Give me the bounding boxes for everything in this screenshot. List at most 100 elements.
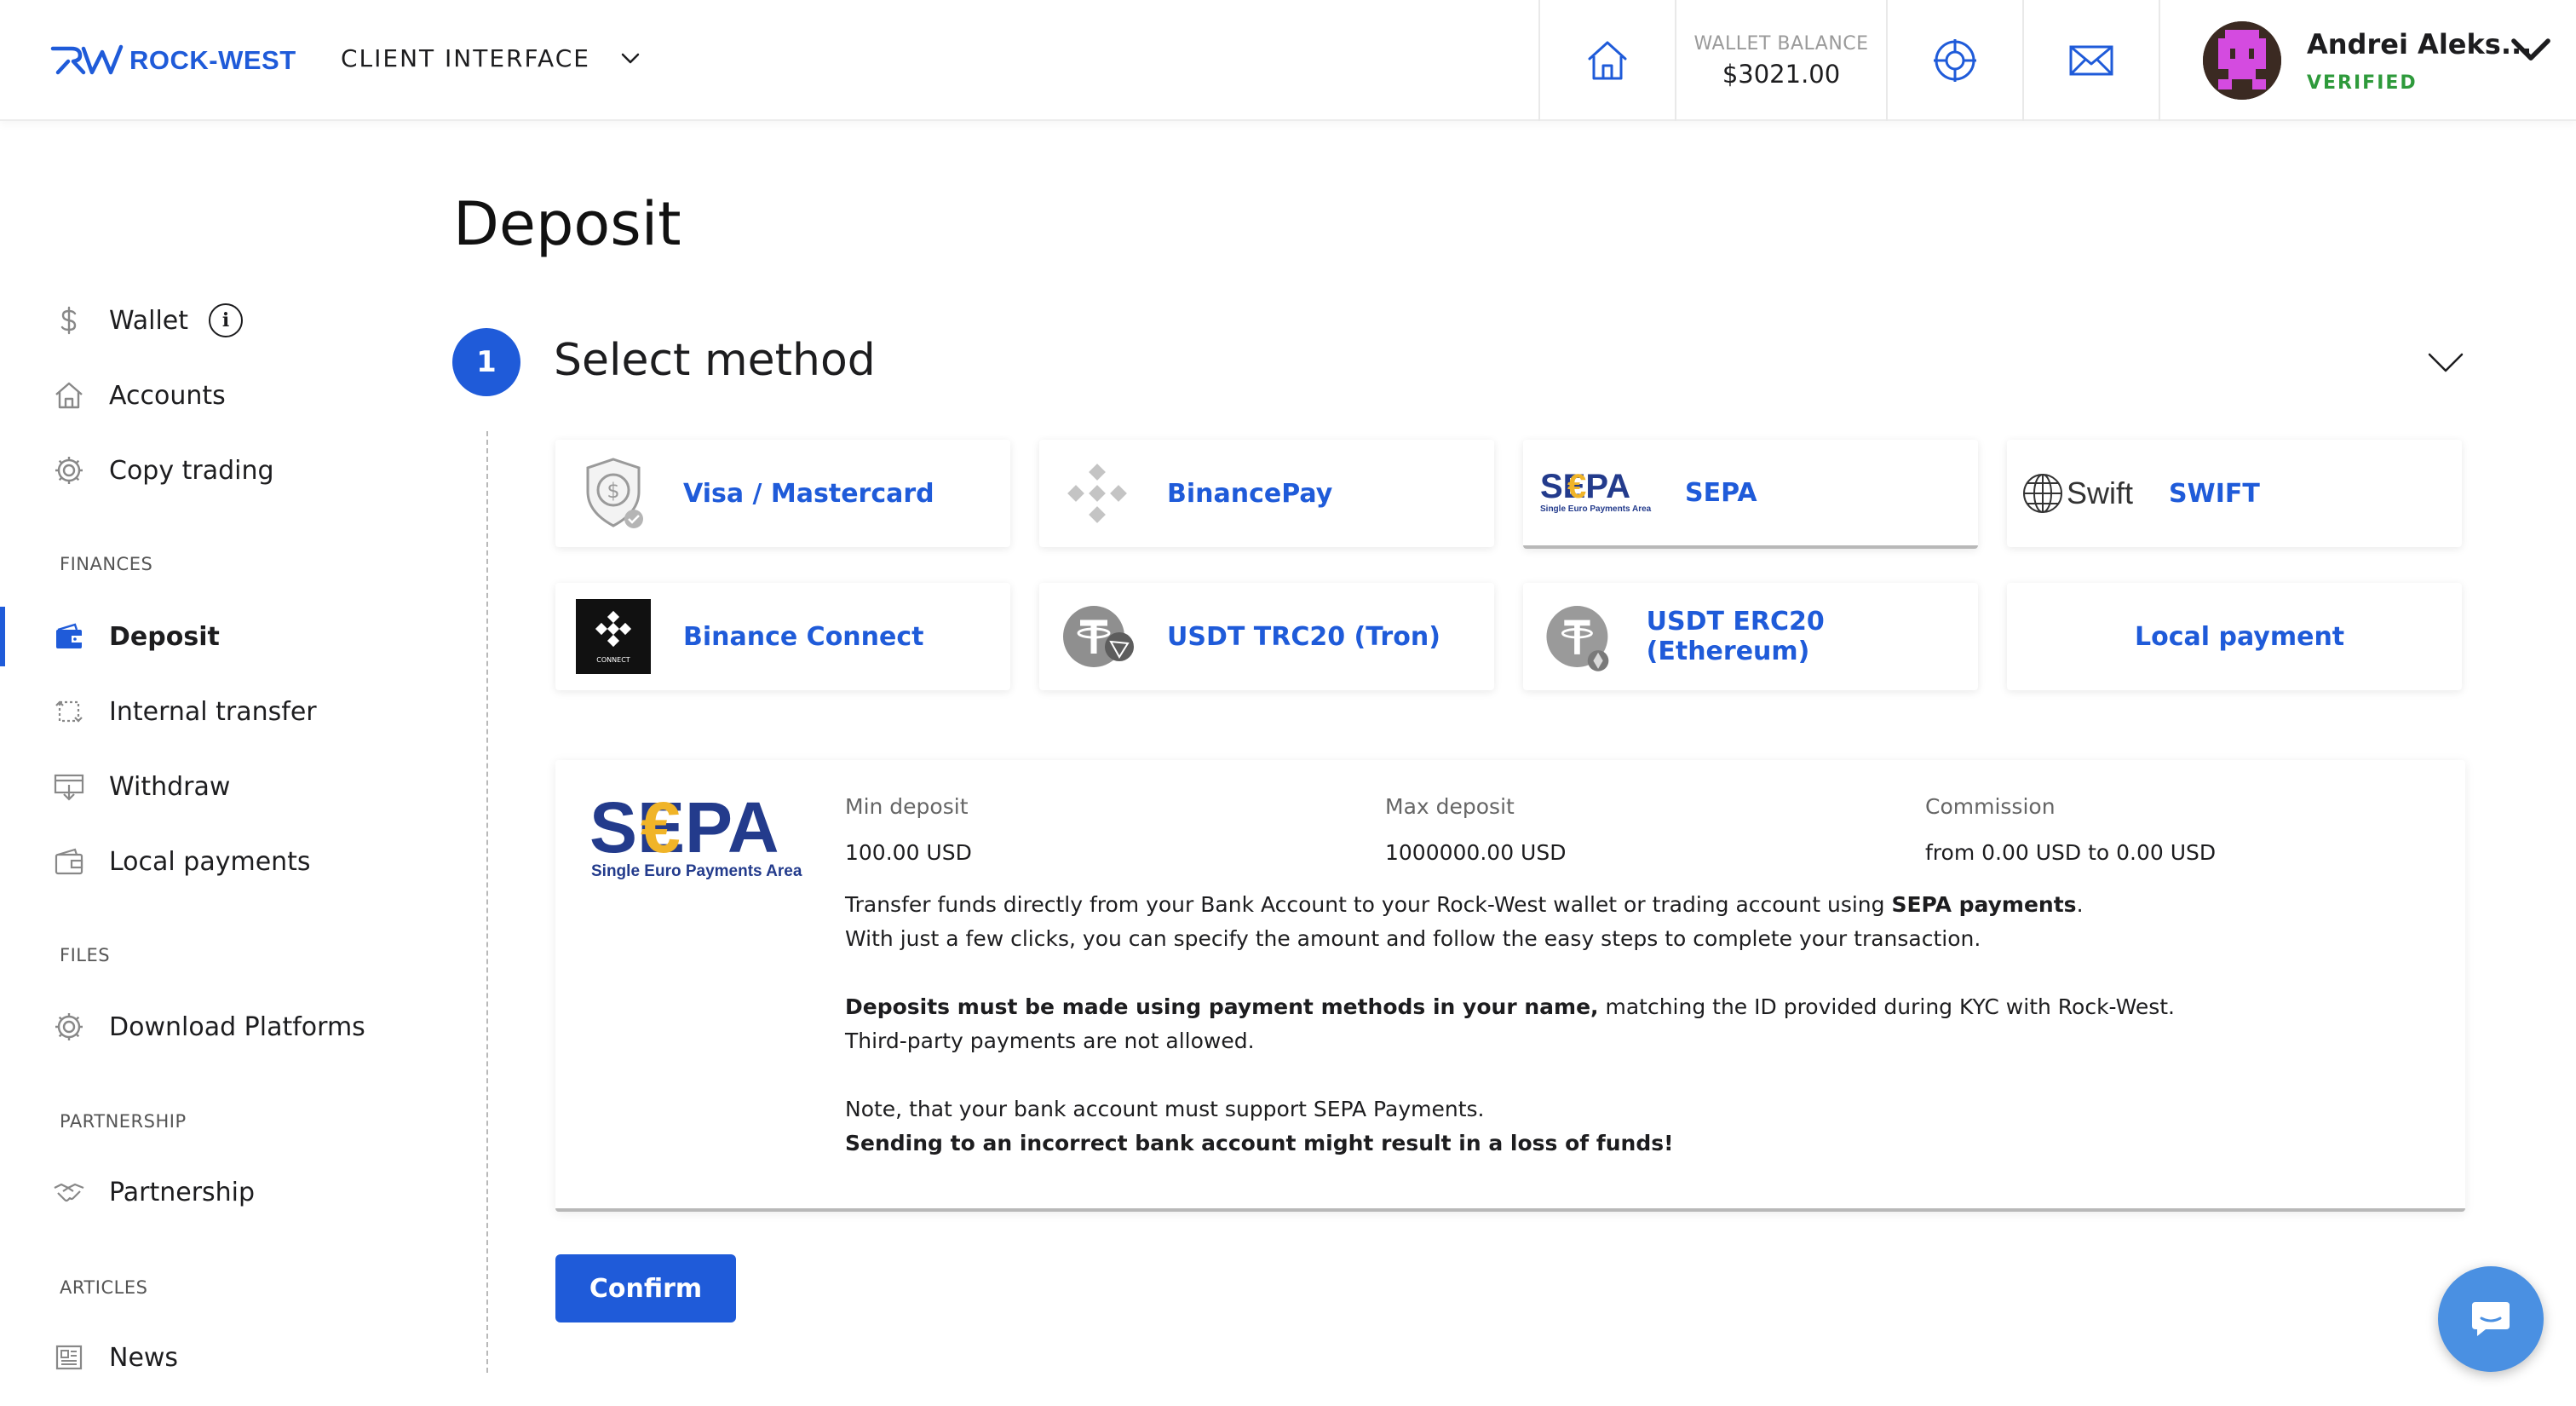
wallet-balance-label: WALLET BALANCE [1693,32,1869,55]
tether-tron-icon [1055,594,1140,679]
svg-text:CONNECT: CONNECT [596,656,630,664]
chevron-down-icon[interactable] [2426,343,2465,382]
wallet-icon [53,620,85,653]
client-interface-dropdown[interactable]: CLIENT INTERFACE [341,37,641,78]
user-info: Andrei Aleks... VERIFIED [2307,28,2532,94]
svg-text:Swift: Swift [2067,475,2133,510]
method-label: SWIFT [2169,478,2260,509]
sidebar-item-accounts[interactable]: Accounts [0,366,443,425]
method-swift[interactable]: Swift SWIFT [2007,440,2462,547]
sepa-logo: SEPA € Single Euro Payments Area [1538,450,1666,535]
sepa-logo: SEPA € Single Euro Payments Area [589,791,802,880]
sidebar-item-label: Accounts [109,380,226,411]
chat-button[interactable] [2438,1266,2544,1372]
method-details-panel: SEPA € Single Euro Payments Area Min dep… [555,760,2465,1212]
svg-text:€: € [1567,468,1586,505]
chat-icon [2472,1302,2510,1336]
chevron-down-icon [2511,38,2550,61]
method-usdt-trc20[interactable]: USDT TRC20 (Tron) [1039,583,1494,690]
sidebar-item-partnership[interactable]: Partnership [0,1162,443,1222]
svg-text:€: € [641,791,681,867]
wallet-balance[interactable]: WALLET BALANCE $3021.00 [1675,0,1886,121]
sidebar-item-download-platforms[interactable]: Download Platforms [0,997,443,1057]
step-number-badge: 1 [452,328,520,396]
min-deposit-value: 100.00 USD [845,840,972,865]
method-label: Local payment [2135,621,2345,652]
pixel-avatar-icon [2203,21,2281,100]
method-usdt-erc20[interactable]: USDT ERC20 (Ethereum) [1523,583,1978,690]
sidebar-item-deposit[interactable]: Deposit [0,607,443,666]
home-icon [1588,41,1627,80]
method-local-payment[interactable]: Local payment [2007,583,2462,690]
description-line: Third-party payments are not allowed. [845,1029,1255,1053]
transfer-icon [53,695,85,728]
sidebar-item-label: Download Platforms [109,1011,365,1042]
sidebar-item-label: Local payments [109,846,311,877]
newspaper-icon [53,1341,85,1374]
home-button[interactable] [1538,0,1675,121]
swift-logo: Swift [2022,451,2150,536]
sidebar-item-internal-transfer[interactable]: Internal transfer [0,682,443,741]
step-connector-line [486,431,488,1373]
method-sepa[interactable]: SEPA € Single Euro Payments Area SEPA [1523,440,1978,549]
commission-value: from 0.00 USD to 0.00 USD [1925,840,2217,865]
sidebar-item-label: Withdraw [109,771,231,802]
sidebar-item-label: Wallet [109,305,189,336]
description-warning: Sending to an incorrect bank account mig… [845,1131,1674,1155]
messages-button[interactable] [2022,0,2159,121]
client-interface-label: CLIENT INTERFACE [341,43,590,72]
withdraw-icon [53,770,85,803]
method-visa-mastercard[interactable]: $ Visa / Mastercard [555,440,1010,547]
sidebar-item-withdraw[interactable]: Withdraw [0,757,443,816]
verified-badge: VERIFIED [2307,72,2418,94]
wallet-balance-value: $3021.00 [1722,59,1841,89]
user-menu[interactable]: Andrei Aleks... VERIFIED [2159,0,2576,121]
method-binancepay[interactable]: BinancePay [1039,440,1494,547]
description-line: Transfer funds directly from your Bank A… [845,892,2084,917]
sidebar-item-label: Internal transfer [109,696,317,727]
brand-name: ROCK-WEST [129,45,296,75]
sidebar-item-news[interactable]: News [0,1328,443,1387]
svg-text:$: $ [607,479,619,503]
tether-eth-icon [1538,594,1619,679]
local-payment-icon [2022,594,2107,679]
method-label: SEPA [1685,477,1757,508]
method-label: USDT ERC20 (Ethereum) [1646,607,1825,666]
dollar-icon [53,304,85,337]
mail-icon [2069,45,2113,76]
sidebar-item-local-payments[interactable]: Local payments [0,832,443,891]
confirm-button[interactable]: Confirm [555,1254,736,1322]
min-deposit-label: Min deposit [845,794,969,819]
step-title: Select method [554,335,876,386]
brand-logo[interactable]: ROCK-WEST [49,39,296,82]
chevron-down-icon [621,53,640,64]
sidebar: Wallet i Accounts Copy trading FINANCES … [0,121,460,1406]
sidebar-item-copy-trading[interactable]: Copy trading [0,441,443,500]
binance-icon [1055,451,1140,536]
info-icon[interactable]: i [209,303,244,337]
sidebar-item-label: Deposit [109,621,220,652]
svg-text:Single Euro Payments Area: Single Euro Payments Area [591,862,802,880]
handshake-icon [53,1176,85,1208]
svg-text:Single Euro Payments Area: Single Euro Payments Area [1540,504,1652,514]
method-label: BinancePay [1167,478,1333,509]
sidebar-item-label: News [109,1342,179,1373]
method-label: USDT TRC20 (Tron) [1167,621,1440,652]
section-label-finances: FINANCES [60,554,153,574]
method-description: Transfer funds directly from your Bank A… [845,888,2429,1161]
max-deposit-label: Max deposit [1385,794,1515,819]
local-wallet-icon [53,845,85,878]
support-button[interactable] [1886,0,2022,121]
method-binance-connect[interactable]: CONNECT Binance Connect [555,583,1010,690]
description-line: Note, that your bank account must suppor… [845,1097,1485,1121]
avatar [2203,21,2281,100]
section-label-articles: ARTICLES [60,1277,148,1298]
user-name: Andrei Aleks... [2307,27,2533,61]
method-label: Binance Connect [683,621,924,652]
rock-west-logo-mark [50,44,124,75]
gear-icon [53,1011,85,1043]
commission-label: Commission [1925,794,2056,819]
section-label-partnership: PARTNERSHIP [60,1111,187,1132]
page-title: Deposit [453,189,681,259]
sidebar-item-wallet[interactable]: Wallet i [0,291,443,350]
